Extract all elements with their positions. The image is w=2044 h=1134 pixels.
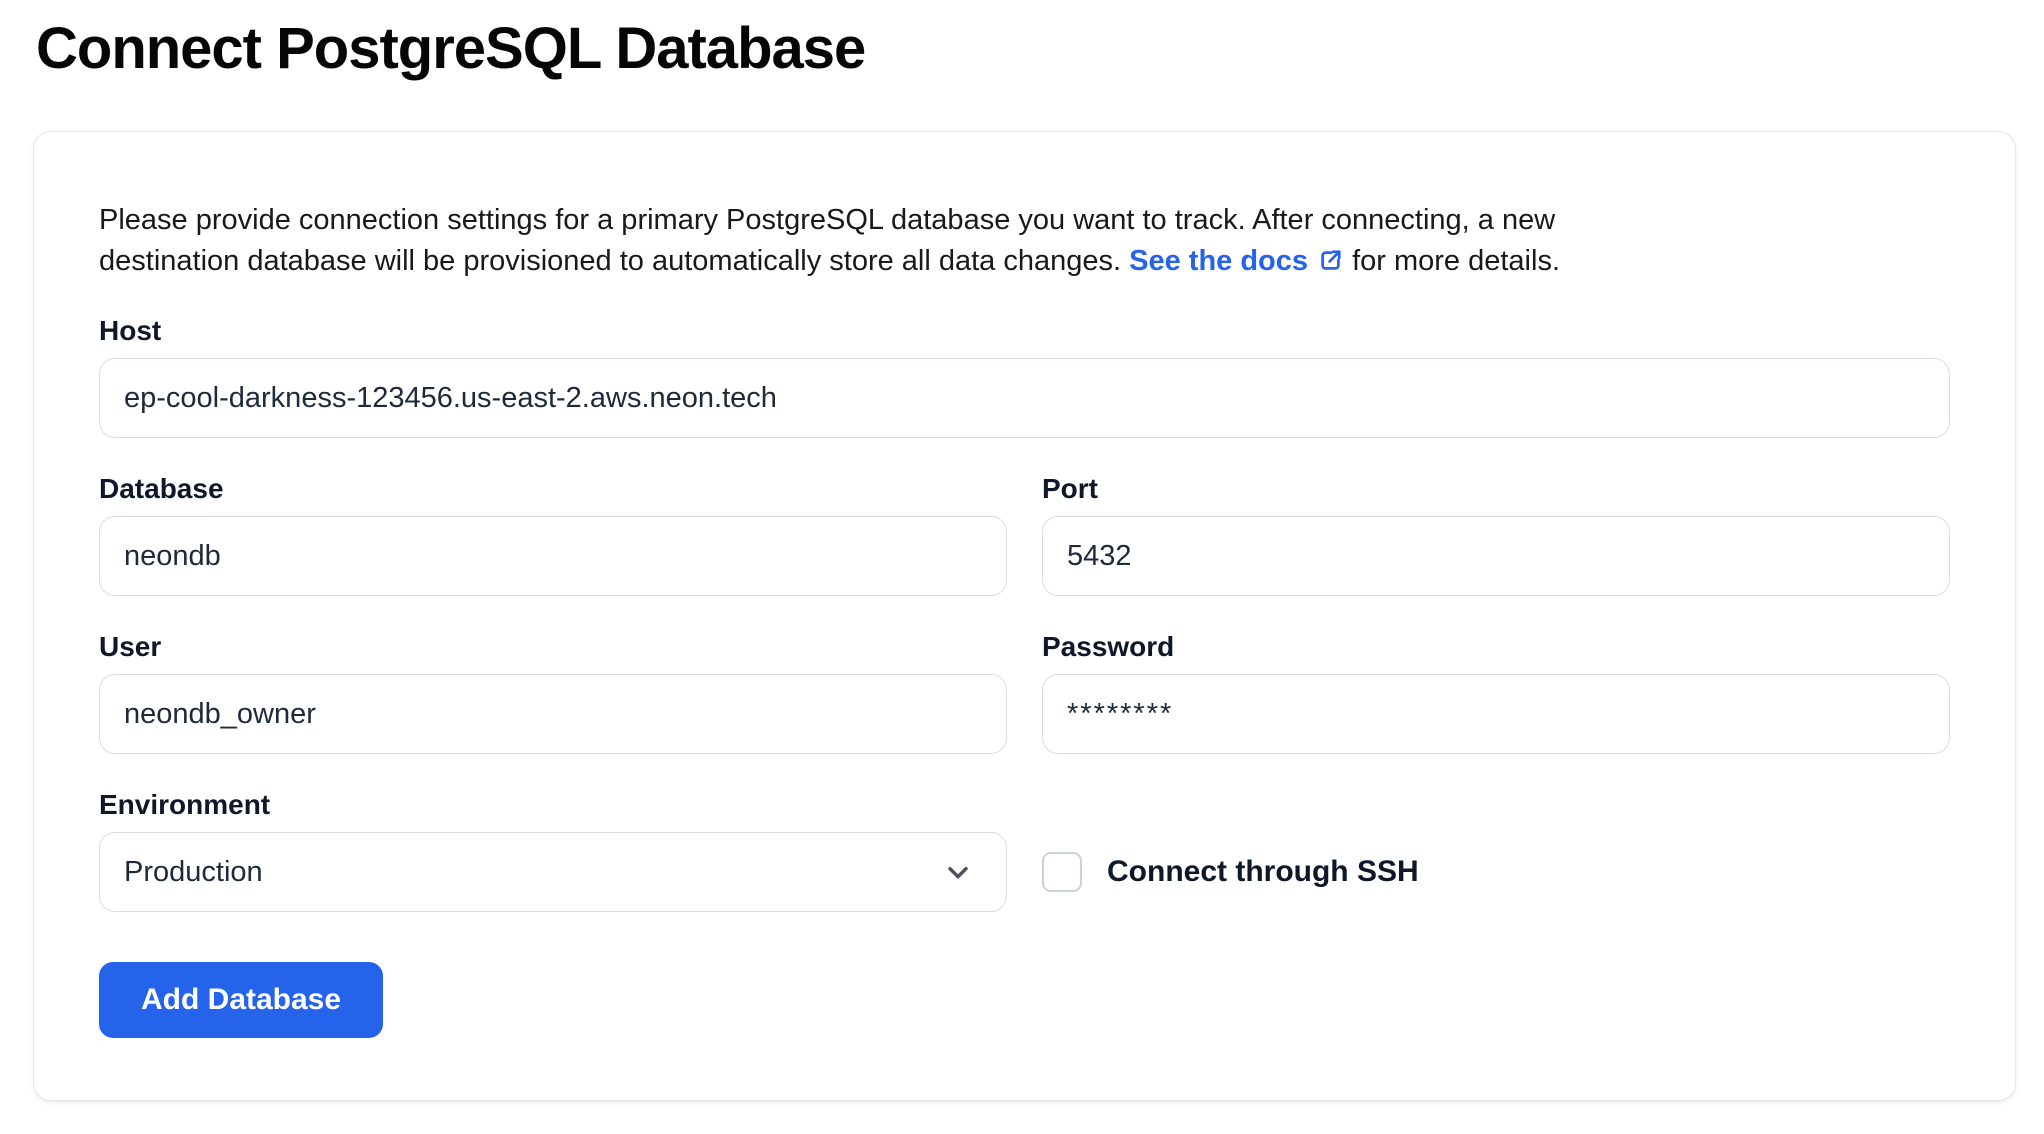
connection-form-card: Please provide connection settings for a… bbox=[33, 131, 2016, 1101]
environment-field-group: Environment Production bbox=[99, 788, 1007, 912]
page-title: Connect PostgreSQL Database bbox=[36, 14, 2044, 84]
password-field[interactable] bbox=[1042, 674, 1950, 754]
docs-link[interactable]: See the docs bbox=[1129, 245, 1344, 277]
user-field[interactable] bbox=[99, 674, 1007, 754]
port-field[interactable] bbox=[1042, 516, 1950, 596]
database-field-group: Database bbox=[99, 472, 1007, 596]
description-after: for more details. bbox=[1344, 245, 1560, 277]
connection-form: Host Database Port User Password Environ… bbox=[99, 314, 1950, 1038]
environment-selected-value: Production bbox=[124, 856, 263, 889]
add-database-button[interactable]: Add Database bbox=[99, 962, 383, 1038]
port-field-group: Port bbox=[1042, 472, 1950, 596]
database-field[interactable] bbox=[99, 516, 1007, 596]
submit-row: Add Database bbox=[99, 962, 1950, 1038]
user-label: User bbox=[99, 630, 1007, 664]
database-label: Database bbox=[99, 472, 1007, 506]
password-label: Password bbox=[1042, 630, 1950, 664]
description-text: Please provide connection settings for a… bbox=[99, 200, 1599, 282]
host-label: Host bbox=[99, 314, 1950, 348]
chevron-down-icon bbox=[942, 856, 974, 888]
host-field-group: Host bbox=[99, 314, 1950, 438]
ssh-checkbox[interactable] bbox=[1042, 852, 1082, 892]
host-field[interactable] bbox=[99, 358, 1950, 438]
ssh-option-row[interactable]: Connect through SSH bbox=[1042, 832, 1950, 912]
external-link-icon bbox=[1317, 247, 1344, 274]
password-field-group: Password bbox=[1042, 630, 1950, 754]
ssh-checkbox-label[interactable]: Connect through SSH bbox=[1107, 855, 1419, 889]
docs-link-label[interactable]: See the docs bbox=[1129, 245, 1308, 277]
user-field-group: User bbox=[99, 630, 1007, 754]
environment-label: Environment bbox=[99, 788, 1007, 822]
port-label: Port bbox=[1042, 472, 1950, 506]
environment-select[interactable]: Production bbox=[99, 832, 1007, 912]
